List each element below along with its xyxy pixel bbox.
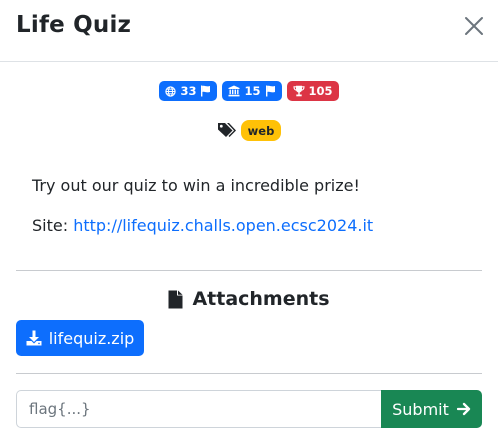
points-value: 105 — [308, 84, 333, 98]
university-solves-count: 15 — [244, 84, 261, 98]
points-badge: 105 — [286, 81, 339, 101]
country-solves-badge: 33 — [159, 81, 218, 101]
arrow-right-icon — [456, 402, 471, 416]
site-line: Site: http://lifequiz.challs.open.ecsc20… — [32, 216, 373, 235]
university-solves-badge: 15 — [222, 81, 282, 101]
close-button[interactable] — [460, 12, 488, 40]
attachments-heading-text: Attachments — [192, 288, 330, 310]
submit-flag-button[interactable]: Submit — [381, 390, 482, 428]
modal-header: Life Quiz — [0, 0, 498, 62]
university-icon — [228, 85, 240, 97]
flag-icon — [265, 85, 275, 97]
globe-icon — [165, 85, 177, 97]
site-label: Site: — [32, 216, 69, 235]
modal-title: Life Quiz — [16, 12, 132, 38]
stats-badges: 33 15 105 — [0, 81, 498, 101]
trophy-icon — [292, 85, 305, 97]
challenge-description: Try out our quiz to win a incredible pri… — [32, 176, 360, 195]
flag-input[interactable] — [16, 390, 382, 428]
divider — [16, 373, 482, 374]
file-icon — [168, 290, 183, 308]
submit-button-label: Submit — [392, 399, 449, 419]
site-link[interactable]: http://lifequiz.challs.open.ecsc2024.it — [73, 216, 373, 235]
divider — [16, 270, 482, 271]
attachments-heading: Attachments — [0, 288, 498, 310]
download-button-label: lifequiz.zip — [48, 328, 135, 348]
download-attachment-button[interactable]: lifequiz.zip — [16, 320, 144, 356]
download-icon — [26, 330, 42, 346]
country-solves-count: 33 — [180, 84, 197, 98]
tags-icon — [217, 123, 236, 137]
flag-icon — [201, 85, 211, 97]
tags-row: web — [0, 120, 498, 141]
tag-badge: web — [240, 120, 282, 141]
close-icon — [465, 17, 483, 35]
